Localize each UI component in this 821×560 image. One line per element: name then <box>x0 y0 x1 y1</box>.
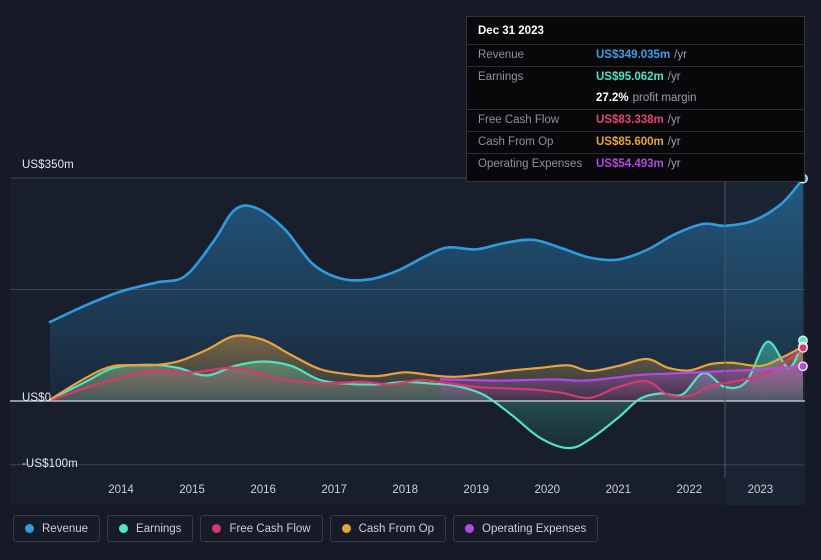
x-axis-tick: 2016 <box>250 484 276 496</box>
legend-item-free-cash-flow[interactable]: Free Cash Flow <box>200 515 323 542</box>
tooltip-row-value: US$83.338m/yr <box>596 114 681 126</box>
x-axis-tick: 2021 <box>605 484 632 496</box>
tooltip-row-label: Revenue <box>478 49 525 61</box>
endpoint-marker-free-cash-flow <box>798 343 808 353</box>
tooltip-row-unit: /yr <box>667 136 681 148</box>
x-axis: 2014 2015 2016 2017 2018 2019 2020 2021 2022 2023 <box>0 484 821 504</box>
legend-item-label: Revenue <box>42 522 89 535</box>
legend-color-dot <box>465 524 475 533</box>
tooltip-row-label: Operating Expenses <box>478 158 583 170</box>
tooltip-row-label: Cash From Op <box>478 136 554 148</box>
legend-item-revenue[interactable]: Revenue <box>13 515 101 542</box>
y-axis-label-zero: US$0 <box>22 392 52 404</box>
tooltip-row-value: 27.2% profit margin <box>596 92 697 104</box>
endpoint-marker-operating-expenses <box>798 361 808 372</box>
tooltip-row-unit: /yr <box>674 49 687 61</box>
legend-item-label: Cash From Op <box>358 522 435 535</box>
tooltip-row: 27.2% profit margin <box>467 88 804 109</box>
tooltip-row-unit: /yr <box>667 158 681 170</box>
legend-item-cash-from-op[interactable]: Cash From Op <box>329 515 447 542</box>
x-axis-tick: 2015 <box>179 484 205 496</box>
legend-item-label: Operating Expenses <box>482 522 587 535</box>
tooltip-row: Free Cash Flow US$83.338m/yr <box>467 109 804 131</box>
chart-screen: US$350m US$0 -US$100m 2014 2015 2016 2017 20… <box>0 0 821 560</box>
legend-item-label: Free Cash Flow <box>229 522 311 535</box>
tooltip-row-unit: /yr <box>667 114 681 126</box>
tooltip-row-label: Free Cash Flow <box>478 114 560 126</box>
x-axis-tick: 2014 <box>108 484 134 496</box>
legend-item-earnings[interactable]: Earnings <box>107 515 194 542</box>
tooltip-row: Operating Expenses US$54.493m/yr <box>467 153 804 175</box>
y-axis-label-top: US$350m <box>22 159 74 171</box>
legend-color-dot <box>119 524 129 533</box>
legend-color-dot <box>212 524 222 533</box>
tooltip-row-value: US$85.600m/yr <box>596 136 681 148</box>
tooltip-row-label: Earnings <box>478 71 524 83</box>
x-axis-tick: 2020 <box>534 484 561 496</box>
tooltip-rows: Revenue US$349.035m/yr Earnings US$95.062m /… <box>467 44 804 175</box>
tooltip-row: Cash From Op US$85.600m/yr <box>467 131 804 153</box>
legend-color-dot <box>25 524 34 533</box>
x-axis-tick: 2017 <box>321 484 347 496</box>
x-axis-tick: 2019 <box>463 484 490 496</box>
tooltip-row-value: US$349.035m/yr <box>596 49 687 61</box>
x-axis-tick: 2018 <box>392 484 418 496</box>
x-axis-tick: 2022 <box>676 484 703 496</box>
y-axis-label-bottom: -US$100m <box>22 458 78 470</box>
tooltip-row: Earnings US$95.062m/yr <box>467 66 804 88</box>
tooltip-row-value: US$54.493m/yr <box>596 158 681 170</box>
legend-item-operating-expenses[interactable]: Operating Expenses <box>453 515 599 542</box>
tooltip-date: Dec 31 2023 <box>478 25 544 37</box>
tooltip-row-value: US$95.062m/yr <box>596 71 681 83</box>
legend-color-dot <box>341 524 351 533</box>
legend-item-label: Earnings <box>136 522 182 535</box>
tooltip-row-unit: /yr <box>667 71 681 83</box>
data-tooltip: Dec 31 2023 Revenue US$349.035m/yr Earning… <box>466 16 805 182</box>
tooltip-row: Revenue US$349.035m/yr <box>467 44 804 66</box>
tooltip-row-unit: profit margin <box>632 92 697 104</box>
x-axis-tick: 2023 <box>747 484 774 496</box>
chart-legend[interactable]: Revenue Earnings Free Cash Flow Cash From O… <box>13 515 599 542</box>
